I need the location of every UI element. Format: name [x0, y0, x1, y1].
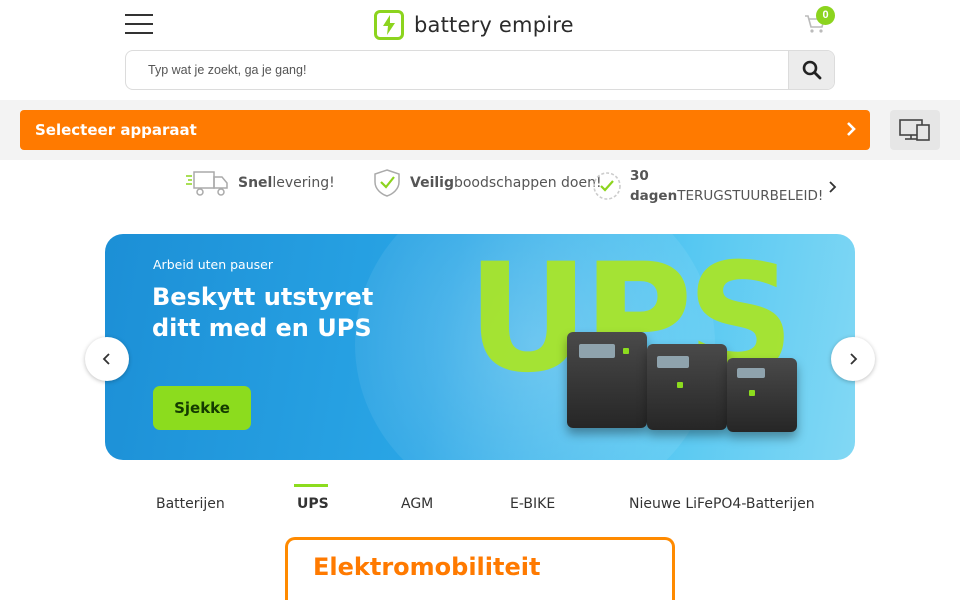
- cart-count-badge: 0: [816, 6, 835, 25]
- search-input[interactable]: [126, 51, 788, 89]
- tab-e-bike[interactable]: E-BIKE: [510, 496, 555, 512]
- tab-agm[interactable]: AGM: [401, 496, 433, 512]
- shield-check-icon: [374, 169, 400, 197]
- chevron-right-icon: [850, 353, 858, 365]
- usp-fast-delivery: Snel levering!: [186, 165, 335, 201]
- banner-title: Beskytt utstyret ditt med en UPS: [152, 283, 374, 342]
- banner-kicker: Arbeid uten pauser: [153, 257, 273, 272]
- carousel-prev-button[interactable]: [85, 337, 129, 381]
- usp-text: TERUGSTUURBELEID!: [677, 188, 824, 204]
- header: battery empire 0: [0, 0, 960, 50]
- chevron-right-icon: [847, 122, 856, 136]
- category-tabs: Batterijen UPS AGM E-BIKE Nieuwe LiFePO4…: [0, 484, 960, 524]
- search-icon: [802, 60, 821, 80]
- usp-bold: Snel: [238, 175, 273, 191]
- usp-safe-shopping: Veilig boodschappen doen!: [372, 165, 602, 201]
- tab-ups[interactable]: UPS: [297, 496, 329, 512]
- search-button[interactable]: [788, 51, 834, 89]
- carousel-next-button[interactable]: [831, 337, 875, 381]
- card-title: Elektromobiliteit: [313, 553, 541, 581]
- banner-cta-button[interactable]: Sjekke: [153, 386, 251, 430]
- usp-bold: Veilig: [410, 175, 454, 191]
- search-bar: [125, 50, 835, 90]
- usp-return-policy: 30 dagenTERUGSTUURBELEID!: [592, 168, 823, 204]
- usp-text: levering!: [272, 175, 335, 191]
- chevron-right-icon[interactable]: [828, 180, 838, 194]
- logo[interactable]: battery empire: [374, 9, 574, 41]
- select-device-button[interactable]: Selecteer apparaat: [20, 110, 870, 150]
- logo-text: battery empire: [414, 13, 574, 37]
- usp-text: boodschappen doen!: [453, 175, 602, 191]
- category-card[interactable]: Elektromobiliteit: [285, 537, 675, 600]
- select-device-label: Selecteer apparaat: [35, 121, 197, 139]
- usp-bold: 30: [630, 168, 649, 184]
- truck-icon: [186, 171, 228, 196]
- check-circle-icon: [593, 172, 621, 200]
- ups-device-image: [567, 332, 647, 428]
- menu-icon[interactable]: [125, 14, 153, 36]
- devices-icon: [899, 119, 930, 141]
- ups-device-image: [727, 358, 797, 432]
- device-selector-band: Selecteer apparaat: [0, 100, 960, 160]
- hero-banner[interactable]: UPS Arbeid uten pauser Beskytt utstyret …: [105, 234, 855, 460]
- battery-bolt-icon: [374, 10, 404, 40]
- tab-batterijen[interactable]: Batterijen: [156, 496, 225, 512]
- chevron-left-icon: [102, 353, 110, 365]
- ups-device-image: [647, 344, 727, 430]
- usp-bold: dagen: [630, 188, 678, 204]
- active-tab-indicator: [294, 484, 328, 487]
- tab-lifepo4[interactable]: Nieuwe LiFePO4-Batterijen: [629, 496, 815, 512]
- devices-button[interactable]: [890, 110, 940, 150]
